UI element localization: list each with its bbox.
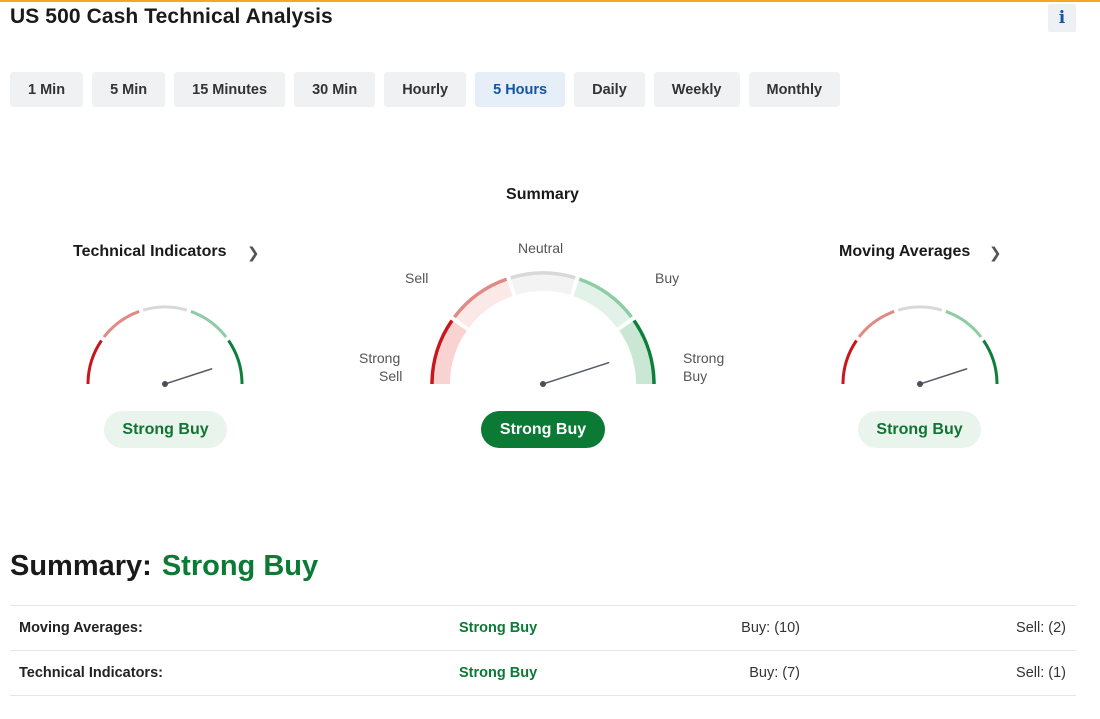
gauge-band-strong-buy: [619, 320, 654, 384]
table-row: Moving Averages: Strong Buy Buy: (10) Se…: [10, 605, 1076, 650]
tab-daily[interactable]: Daily: [574, 72, 645, 107]
gauge-needle-pivot: [162, 381, 168, 387]
gauge-needle: [542, 361, 610, 385]
timeframe-tabs: 1 Min 5 Min 15 Minutes 30 Min Hourly 5 H…: [10, 72, 841, 107]
row-name: Technical Indicators:: [19, 665, 163, 681]
page-title: US 500 Cash Technical Analysis: [10, 5, 333, 28]
chevron-right-icon[interactable]: ❯: [247, 244, 260, 262]
overall-summary-value: Strong Buy: [161, 550, 319, 582]
technical-indicators-title[interactable]: Technical Indicators: [73, 243, 227, 261]
gauge-label-strong-sell-line1: Strong: [359, 350, 401, 366]
gauge-arc-strong-sell: [841, 339, 858, 385]
gauge-arc-neutral: [510, 271, 576, 280]
gauge-arc-strong-buy: [227, 339, 244, 385]
tab-1-min[interactable]: 1 Min: [10, 72, 84, 107]
tab-weekly[interactable]: Weekly: [653, 72, 740, 107]
gauge-needle: [164, 368, 213, 385]
gauge-arc-sell: [857, 310, 895, 338]
moving-averages-result-badge: Strong Buy: [858, 411, 981, 448]
gauge-band-neutral: [510, 273, 576, 296]
gauge-arc-strong-sell: [430, 319, 454, 385]
tab-monthly[interactable]: Monthly: [748, 72, 841, 107]
tab-15-minutes[interactable]: 15 Minutes: [174, 72, 286, 107]
gauge-arc-strong-sell: [86, 339, 103, 385]
table-row: Technical Indicators: Strong Buy Buy: (7…: [10, 650, 1076, 696]
chevron-right-icon[interactable]: ❯: [989, 244, 1002, 262]
gauge-label-buy: Buy: [655, 270, 680, 286]
row-name: Moving Averages:: [19, 620, 143, 636]
gauge-label-neutral: Neutral: [518, 240, 564, 256]
gauge-arc-sell: [102, 310, 140, 338]
row-buy-count: Buy: (7): [749, 665, 800, 681]
technical-indicators-result-badge: Strong Buy: [104, 411, 227, 448]
overall-summary: Summary: Strong Buy: [10, 550, 318, 583]
gauge-label-strong-buy-line1: Strong: [683, 350, 725, 366]
gauge-needle-pivot: [917, 381, 923, 387]
tab-hourly[interactable]: Hourly: [384, 72, 467, 107]
gauge-arc-buy: [190, 310, 228, 338]
gauge-needle: [919, 368, 968, 385]
gauge-arc-neutral: [142, 305, 188, 312]
tab-5-min[interactable]: 5 Min: [92, 72, 166, 107]
tab-5-hours[interactable]: 5 Hours: [475, 72, 566, 107]
gauge-needle-pivot: [540, 381, 546, 387]
gauge-band-buy: [573, 279, 632, 328]
tab-30-min[interactable]: 30 Min: [294, 72, 376, 107]
gauge-arc-strong-buy: [632, 319, 656, 385]
gauge-label-strong-buy-line2: Buy: [683, 368, 708, 384]
gauge-arc-buy: [578, 277, 633, 319]
overall-summary-label: Summary:: [10, 550, 152, 582]
row-signal: Strong Buy: [459, 620, 538, 636]
gauge-arc-strong-buy: [982, 339, 999, 385]
gauge-band-strong-sell: [432, 320, 467, 384]
gauge-arc-neutral: [897, 305, 943, 312]
gauge-arc-buy: [945, 310, 983, 338]
summary-table: Moving Averages: Strong Buy Buy: (10) Se…: [10, 605, 1076, 696]
row-sell-count: Sell: (2): [1016, 620, 1066, 636]
gauge-label-strong-sell-line2: Sell: [379, 368, 403, 384]
summary-result-badge: Strong Buy: [481, 411, 605, 448]
row-sell-count: Sell: (1): [1016, 665, 1066, 681]
row-signal: Strong Buy: [459, 665, 538, 681]
row-buy-count: Buy: (10): [741, 620, 800, 636]
gauge-band-sell: [454, 279, 513, 328]
info-button[interactable]: i: [1048, 4, 1076, 32]
gauge-arc-sell: [453, 277, 508, 319]
moving-averages-title[interactable]: Moving Averages: [839, 243, 970, 261]
gauge-label-sell: Sell: [405, 270, 429, 286]
summary-gauge-title: Summary: [506, 186, 579, 203]
accent-top-bar: [0, 0, 1100, 2]
